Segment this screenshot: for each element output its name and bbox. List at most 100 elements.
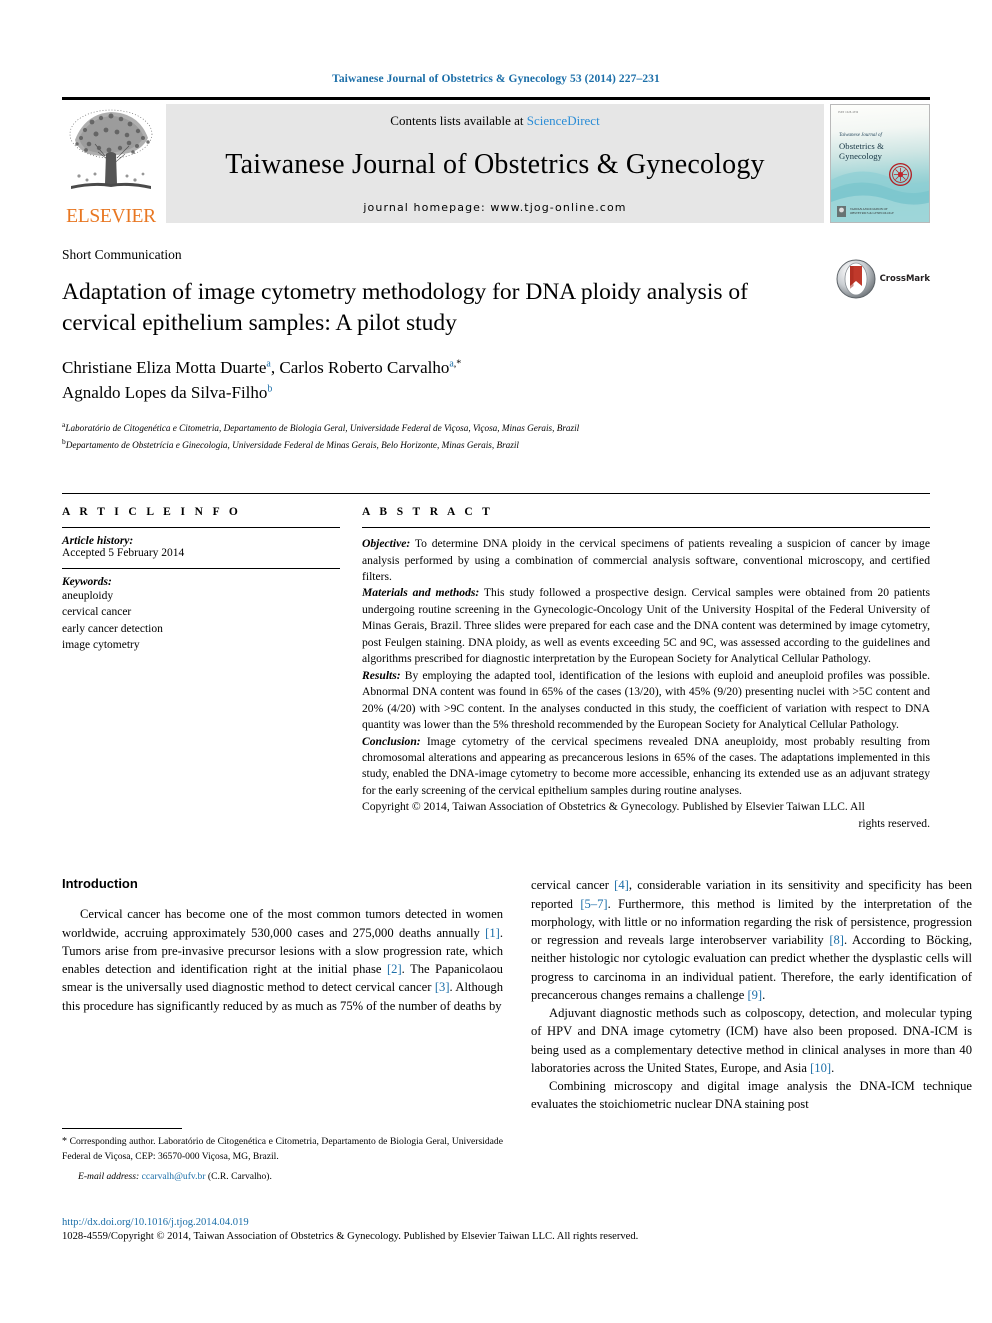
footnote-divider [62,1128,182,1129]
abstract-label-methods: Materials and methods: [362,586,480,600]
abstract-section-results: Results: By employing the adapted tool, … [362,668,930,734]
abstract-text-results: By employing the adapted tool, identific… [362,668,930,732]
email-address-label: E-mail address: [78,1170,140,1182]
cover-elsevier-mini-icon [837,206,846,217]
journal-cover-thumbnail: ISSN 1028-4559 Taiwanese Journal of Obst… [830,104,930,223]
article-page: Taiwanese Journal of Obstetrics & Gyneco… [0,0,992,1323]
page-title: Adaptation of image cytometry methodolog… [62,279,748,336]
crossmark-icon[interactable] [836,259,876,299]
abstract-label-results: Results: [362,668,401,682]
abstract-label-conclusion: Conclusion: [362,734,421,748]
citation-ref-3[interactable]: [3] [435,980,450,994]
text-run: Combining microscopy and digital image a… [531,1079,972,1112]
affiliation-a: aLaboratório de Citogenética e Citometri… [62,419,930,436]
abstract-label-objective: Objective: [362,537,411,551]
footnote-email-line: E-mail address: ccarvalh@ufv.br (C.R. Ca… [62,1170,503,1184]
author-1: Christiane Eliza Motta Duarte [62,358,267,378]
email-link[interactable]: ccarvalh@ufv.br [142,1171,206,1182]
author-2-corresponding-marker[interactable]: ,* [454,358,462,369]
journal-masthead: ELSEVIER Contents lists available at Sci… [62,97,930,229]
abstract-copyright: Copyright © 2014, Taiwan Association of … [362,800,865,814]
affiliation-b-text: Departamento de Obstetrícia e Ginecologi… [65,440,519,451]
citation-ref-8[interactable]: [8] [829,933,844,947]
contents-prefix: Contents lists available at [390,113,524,128]
abstract-section-objective: Objective: To determine DNA ploidy in th… [362,536,930,585]
abstract-section-conclusion: Conclusion: Image cytometry of the cervi… [362,734,930,800]
citation-ref-4[interactable]: [4] [614,878,629,892]
text-run: Cervical cancer has become one of the mo… [62,907,503,940]
sciencedirect-link[interactable]: ScienceDirect [527,113,600,128]
article-info-heading: A R T I C L E I N F O [62,506,242,519]
cover-footer: TAIWAN ASSOCIATION OF OBSTETRICS & GYNEC… [837,206,924,217]
author-3: Agnaldo Lopes da Silva-Filho [62,382,268,402]
citation-ref-2[interactable]: [2] [387,962,402,976]
cover-italic-line: Taiwanese Journal of [839,133,882,138]
journal-homepage-link[interactable]: journal homepage: www.tjog-online.com [363,201,626,214]
paragraph: Cervical cancer has become one of the mo… [62,905,503,1015]
footnote-address: Corresponding author. Laboratório de Cit… [62,1136,503,1162]
body-columns: Introduction Cervical cancer has become … [62,876,972,1113]
keyword-item: image cytometry [62,639,140,652]
elsevier-wordmark: ELSEVIER [66,205,156,227]
cover-emblem-icon [889,163,912,186]
abstract-heading: A B S T R A C T [362,506,494,519]
intro-paragraph-left: Cervical cancer has become one of the mo… [62,905,503,1015]
issn-copyright-line: 1028-4559/Copyright © 2014, Taiwan Assoc… [62,1231,639,1243]
paragraph: Combining microscopy and digital image a… [531,1077,972,1114]
paragraph: Adjuvant diagnostic methods such as colp… [531,1004,972,1077]
paragraph: cervical cancer [4], considerable variat… [531,876,972,1004]
article-info-column: A R T I C L E I N F O Article history: A… [62,506,362,832]
article-history-label: Article history: [62,535,134,548]
keyword-item: early cancer detection [62,622,163,635]
keyword-item: aneuploidy [62,590,114,603]
crossmark-label: CrossMark [879,274,930,284]
corresponding-author-footnote: * Corresponding author. Laboratório de C… [62,1128,503,1184]
intro-paragraphs-right: cervical cancer [4], considerable variat… [531,876,972,1113]
keywords-label: Keywords: [62,576,112,589]
footnote-text: * Corresponding author. Laboratório de C… [62,1135,503,1184]
author-2: , Carlos Roberto Carvalho [270,358,450,378]
abstract-text-conclusion: Image cytometry of the cervical specimen… [362,734,930,797]
section-heading-introduction: Introduction [62,876,138,892]
abstract-section-methods: Materials and methods: This study follow… [362,585,930,667]
citation-ref-9[interactable]: [9] [747,988,762,1002]
doi-link[interactable]: http://dx.doi.org/10.1016/j.tjog.2014.04… [62,1216,930,1230]
cover-footer-text: TAIWAN ASSOCIATION OF OBSTETRICS & GYNEC… [850,207,895,216]
text-run: cervical cancer [531,878,615,893]
journal-banner: Contents lists available at ScienceDirec… [166,104,824,223]
body-column-right: cervical cancer [4], considerable variat… [531,876,972,1113]
contents-list-line: Contents lists available at ScienceDirec… [390,113,599,129]
text-run: . [762,987,766,1002]
abstract-copyright-tail: rights reserved. [858,816,930,830]
author-3-affil-marker[interactable]: b [267,383,272,394]
author-list: Christiane Eliza Motta Duartea, Carlos R… [62,356,930,405]
elsevier-tree-icon [69,109,153,189]
abstract-text-objective: To determine DNA ploidy in the cervical … [362,537,930,583]
keyword-item: cervical cancer [62,606,132,619]
cover-footer-line2: OBSTETRICS & GYNECOLOGY [850,210,895,215]
email-owner: (C.R. Carvalho). [207,1170,272,1182]
affiliation-a-text: Laboratório de Citogenética e Citometria… [65,423,580,434]
cover-journal-name: Obstetrics & Gynecology [839,141,884,161]
citation-ref-1[interactable]: [1] [485,926,500,940]
affiliation-b: bDepartamento de Obstetrícia e Ginecolog… [62,436,930,453]
body-column-left: Introduction Cervical cancer has become … [62,876,503,1113]
running-head: Taiwanese Journal of Obstetrics & Gyneco… [332,73,660,85]
elsevier-logo: ELSEVIER [62,100,160,229]
journal-title: Taiwanese Journal of Obstetrics & Gyneco… [225,149,765,180]
abstract-body: Objective: To determine DNA ploidy in th… [362,527,930,832]
info-abstract-region: A R T I C L E I N F O Article history: A… [62,493,930,832]
page-footer: http://dx.doi.org/10.1016/j.tjog.2014.04… [62,1216,930,1245]
text-run: . [831,1060,835,1075]
citation-ref-5-7[interactable]: [5–7] [580,897,607,911]
text-run: Adjuvant diagnostic methods such as colp… [531,1006,972,1075]
title-block: Short Communication Adaptation of image … [62,229,930,453]
citation-ref-10[interactable]: [10] [810,1061,831,1075]
crossmark-badge[interactable]: CrossMark [836,259,930,299]
keywords-group: Keywords: aneuploidy cervical cancer ear… [62,568,340,662]
cover-issn-text: ISSN 1028-4559 [838,111,859,114]
abstract-column: A B S T R A C T Objective: To determine … [362,506,930,832]
article-type: Short Communication [62,247,182,262]
article-history-group: Article history: Accepted 5 February 201… [62,527,340,568]
article-history-value: Accepted 5 February 2014 [62,547,185,560]
